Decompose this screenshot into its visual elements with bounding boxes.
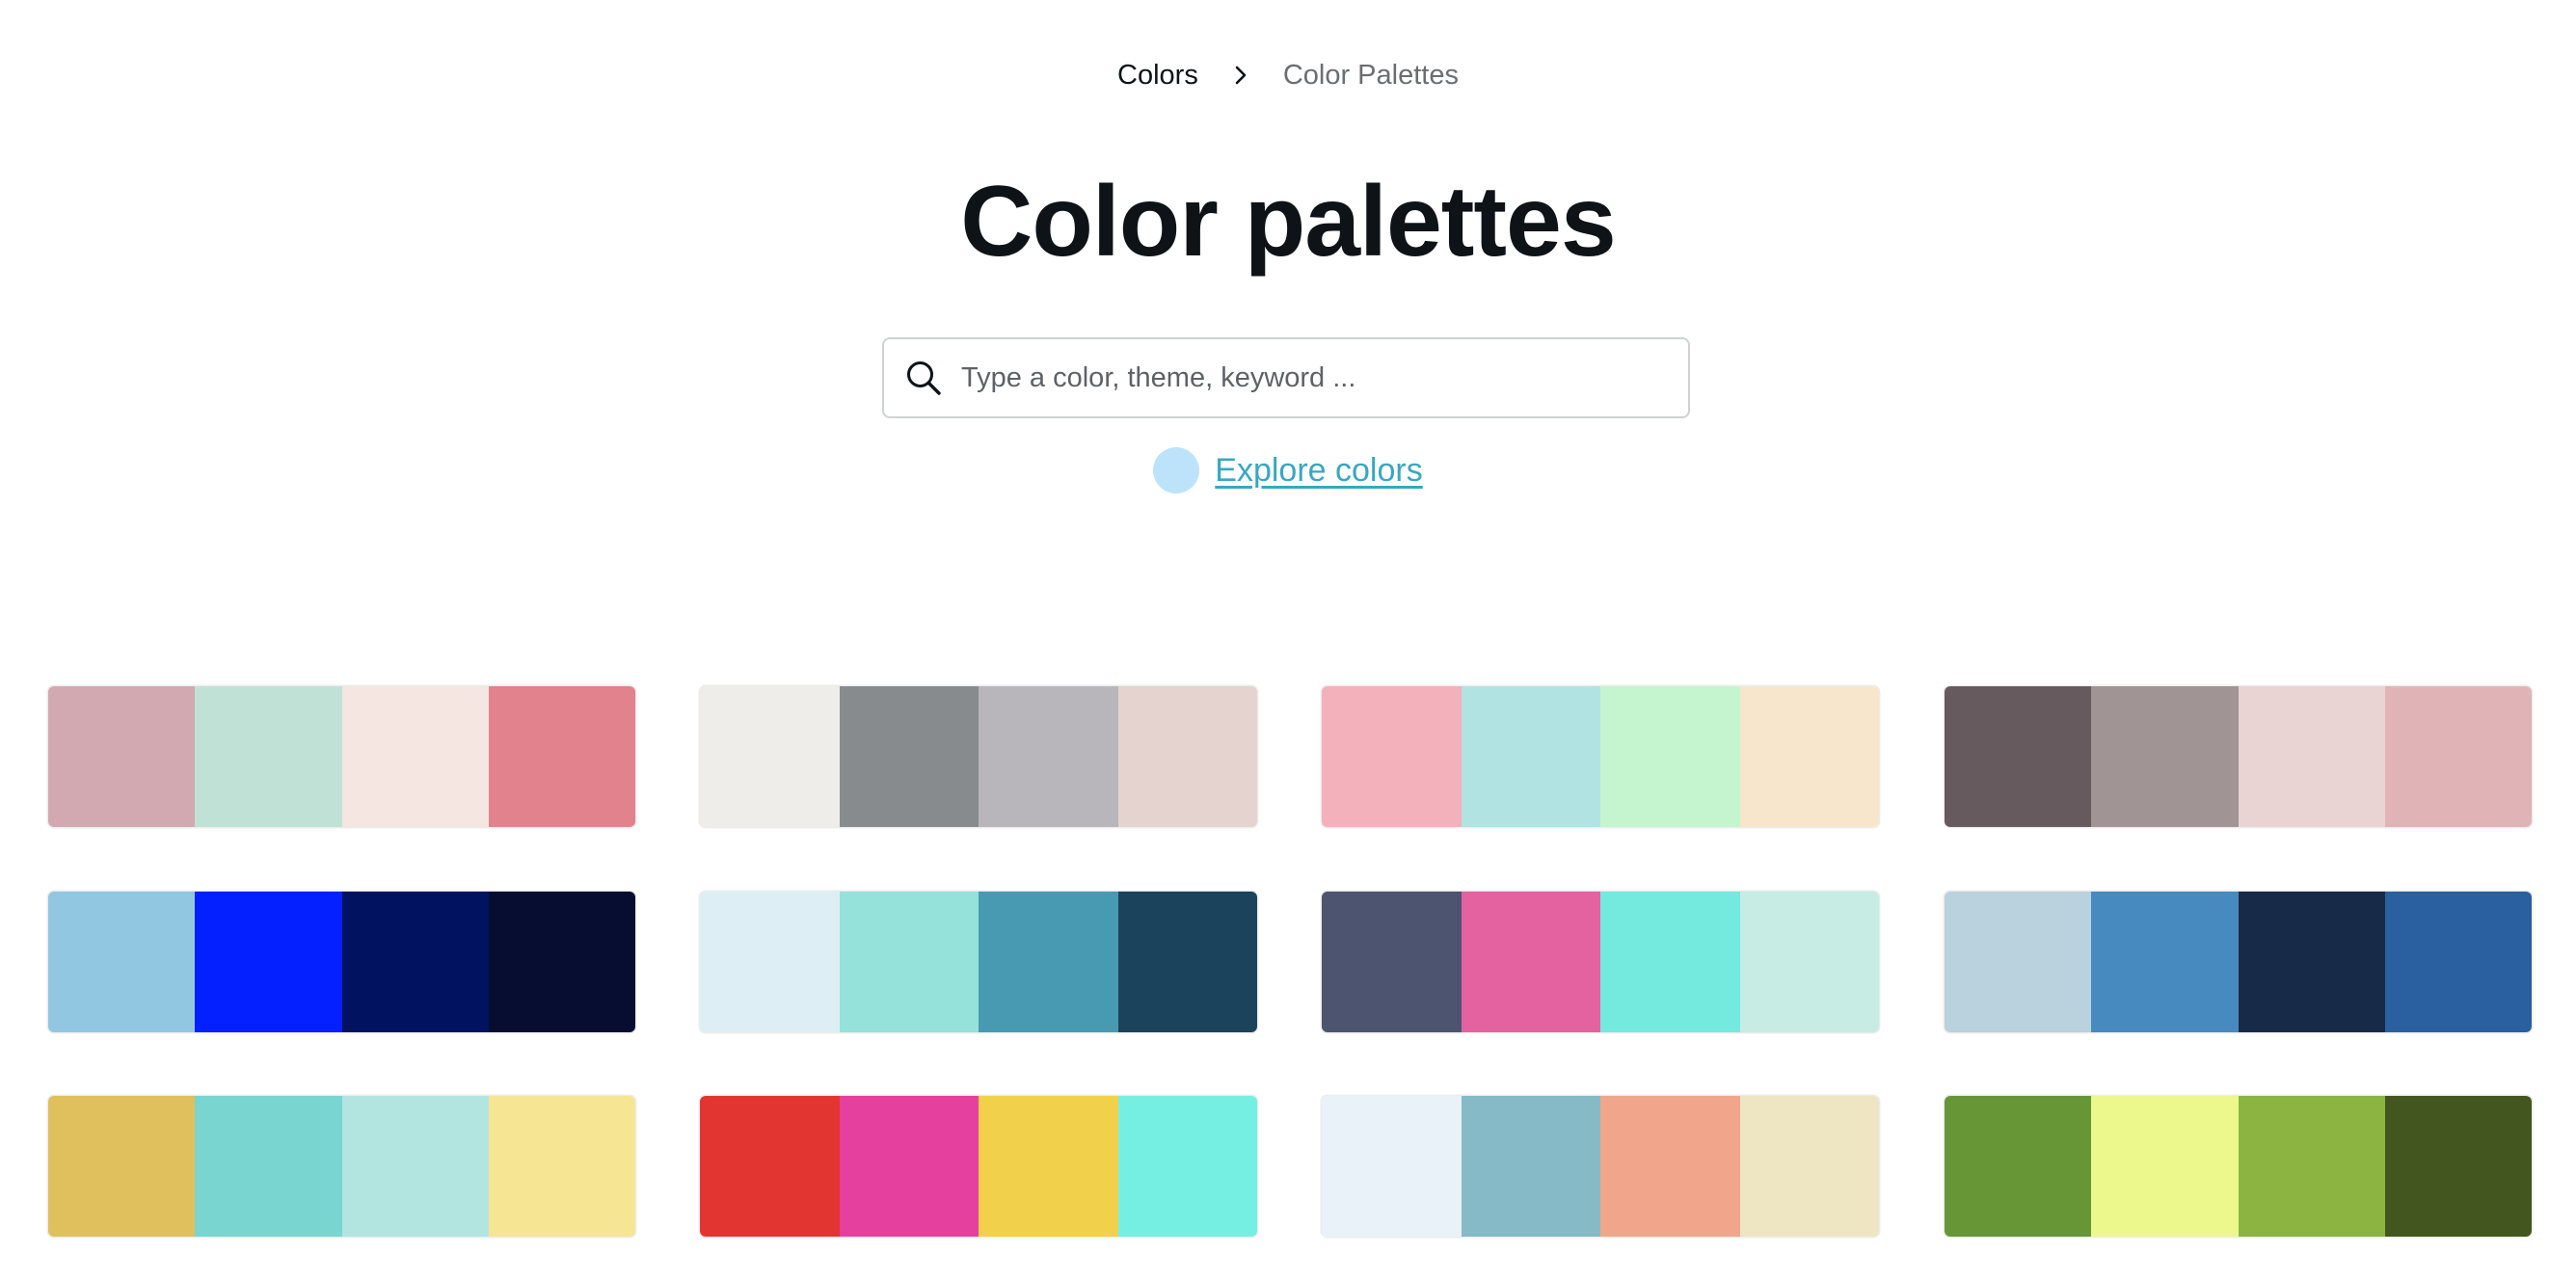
palette-card[interactable] [1945,892,2532,1032]
color-swatch[interactable] [1117,686,1257,827]
color-swatch[interactable] [1117,1096,1257,1237]
color-swatch[interactable] [195,1096,342,1237]
color-swatch[interactable] [2238,892,2385,1032]
color-dot-icon [1153,447,1200,493]
color-swatch[interactable] [2091,892,2239,1032]
color-swatch[interactable] [48,1096,196,1237]
color-swatch[interactable] [1945,1096,2092,1237]
color-swatch[interactable] [979,1096,1118,1237]
color-swatch[interactable] [2091,686,2239,827]
color-swatch[interactable] [1322,1096,1462,1237]
color-swatch[interactable] [488,892,635,1032]
color-swatch[interactable] [839,686,979,827]
color-swatch[interactable] [2384,686,2532,827]
color-swatch[interactable] [341,686,489,827]
palette-card[interactable] [48,892,635,1032]
color-swatch[interactable] [700,892,840,1032]
search-icon [903,358,944,398]
palette-card[interactable] [1945,1096,2532,1237]
explore-colors-link[interactable]: Explore colors [1215,452,1422,490]
palette-card[interactable] [1322,1096,1879,1237]
color-swatch[interactable] [1945,686,2092,827]
color-swatch[interactable] [700,1096,840,1237]
color-swatch[interactable] [1322,892,1462,1032]
palette-card[interactable] [1322,892,1879,1032]
page-title: Color palettes [960,166,1616,278]
chevron-right-icon [1221,56,1260,94]
palette-card[interactable] [1322,686,1879,827]
color-swatch[interactable] [488,1096,635,1237]
palette-card[interactable] [700,686,1257,827]
search-input[interactable] [961,361,1655,394]
color-swatch[interactable] [2384,892,2532,1032]
explore-colors: Explore colors [0,447,2576,493]
color-swatch[interactable] [341,892,489,1032]
color-swatch[interactable] [48,686,196,827]
color-swatch[interactable] [839,1096,979,1237]
color-swatch[interactable] [839,892,979,1032]
palette-card[interactable] [48,1096,635,1237]
color-swatch[interactable] [1461,892,1600,1032]
color-swatch[interactable] [2384,1096,2532,1237]
color-swatch[interactable] [195,892,342,1032]
breadcrumb-colors-link[interactable]: Colors [1117,56,1198,94]
color-swatch[interactable] [488,686,635,827]
palette-card[interactable] [700,892,1257,1032]
color-swatch[interactable] [1739,686,1879,827]
color-swatch[interactable] [2238,1096,2385,1237]
palette-card[interactable] [1945,686,2532,827]
color-swatch[interactable] [1117,892,1257,1032]
color-swatch[interactable] [1600,892,1740,1032]
color-swatch[interactable] [1739,892,1879,1032]
search-bar[interactable] [882,337,1690,418]
color-swatch[interactable] [1461,1096,1600,1237]
breadcrumb: Colors Color Palettes [0,56,2576,94]
color-swatch[interactable] [2091,1096,2239,1237]
palette-card[interactable] [700,1096,1257,1237]
breadcrumb-current: Color Palettes [1282,60,1459,91]
color-swatch[interactable] [979,686,1118,827]
color-swatch[interactable] [1461,686,1600,827]
color-swatch[interactable] [1600,686,1740,827]
color-swatch[interactable] [1945,892,2092,1032]
color-swatch[interactable] [979,892,1118,1032]
palette-card[interactable] [48,686,635,827]
color-swatch[interactable] [2238,686,2385,827]
color-swatch[interactable] [1739,1096,1879,1237]
color-swatch[interactable] [1322,686,1462,827]
color-swatch[interactable] [1600,1096,1740,1237]
color-swatch[interactable] [700,686,840,827]
color-swatch[interactable] [48,892,196,1032]
color-swatch[interactable] [341,1096,489,1237]
color-swatch[interactable] [195,686,342,827]
